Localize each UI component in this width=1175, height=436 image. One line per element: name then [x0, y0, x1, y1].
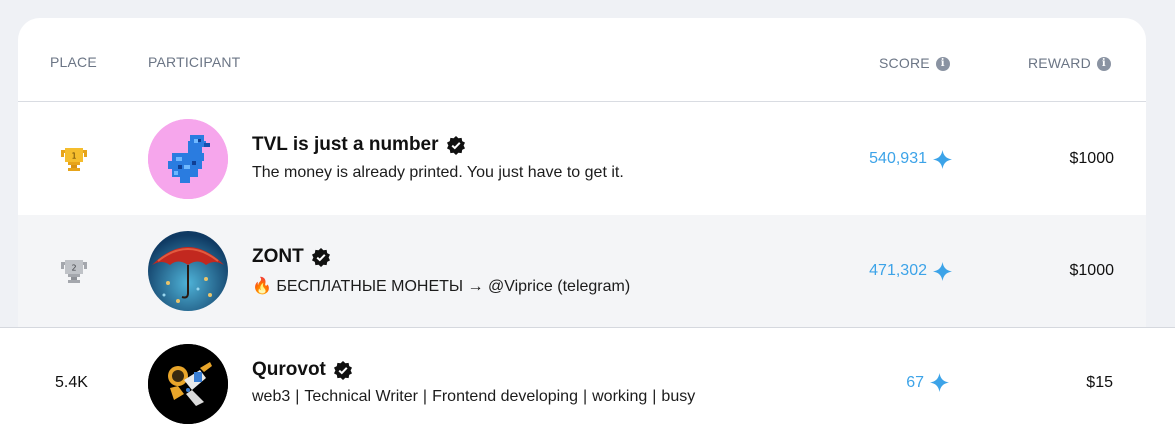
verified-badge-icon	[446, 135, 466, 155]
svg-text:2: 2	[71, 264, 76, 273]
fire-icon: 🔥	[252, 278, 272, 295]
participant-bio: 🔥 БЕСПЛАТНЫЕ МОНЕТЫ → @Viprice (telegram…	[252, 278, 631, 295]
participant-name[interactable]: Qurovot	[252, 359, 353, 381]
red-umbrella-avatar	[148, 231, 228, 311]
participant-name[interactable]: ZONT	[252, 246, 331, 268]
gold-trophy-icon: 1	[61, 148, 87, 171]
avatar[interactable]	[148, 344, 228, 424]
reward-cell: $1000	[1069, 262, 1115, 279]
reward-cell: $1000	[1069, 150, 1115, 167]
svg-text:1: 1	[71, 152, 76, 161]
reward-info-icon[interactable]: i	[1096, 57, 1111, 71]
verified-badge-icon	[333, 360, 353, 380]
header-score: SCORE i	[879, 54, 950, 71]
pixel-blue-bird-avatar	[148, 119, 228, 199]
sparkle-icon	[933, 149, 952, 169]
header-place: PLACE	[50, 54, 97, 70]
avatar[interactable]	[148, 231, 228, 311]
participant-bio: web3 | Technical Writer | Frontend developin…	[252, 388, 696, 405]
score-info-icon[interactable]: i	[935, 57, 950, 71]
place-cell: 2	[54, 215, 94, 327]
avatar[interactable]	[148, 119, 228, 199]
place-cell: 1	[54, 103, 94, 215]
score-cell: 67	[906, 328, 949, 436]
leaderboard-header: PLACE PARTICIPANT SCORE i REWARD i	[18, 18, 1146, 102]
reward-cell: $15	[1086, 373, 1113, 391]
participant-bio: The money is already printed. You just h…	[252, 164, 624, 181]
user-place: 5.4K	[55, 373, 88, 391]
sparkle-icon	[933, 261, 952, 281]
score-cell: 540,931	[869, 103, 952, 215]
current-user-row[interactable]: 5.4K Qurovot web3 | Technical Writer | Front…	[0, 327, 1175, 436]
table-row[interactable]: 2 ZONT 🔥 БЕСПЛАТНЫЕ МОНЕТЫ → @Viprice (t…	[18, 215, 1146, 327]
participant-name[interactable]: TVL is just a number	[252, 134, 466, 156]
verified-badge-icon	[311, 247, 331, 267]
header-participant: PARTICIPANT	[148, 54, 241, 70]
table-row[interactable]: 1 TVL is just a number The money is alre…	[18, 103, 1146, 215]
astronaut-avatar	[148, 344, 228, 424]
sparkle-icon	[930, 373, 949, 392]
score-cell: 471,302	[869, 215, 952, 327]
silver-trophy-icon: 2	[61, 260, 87, 283]
header-reward: REWARD i	[1028, 54, 1111, 71]
